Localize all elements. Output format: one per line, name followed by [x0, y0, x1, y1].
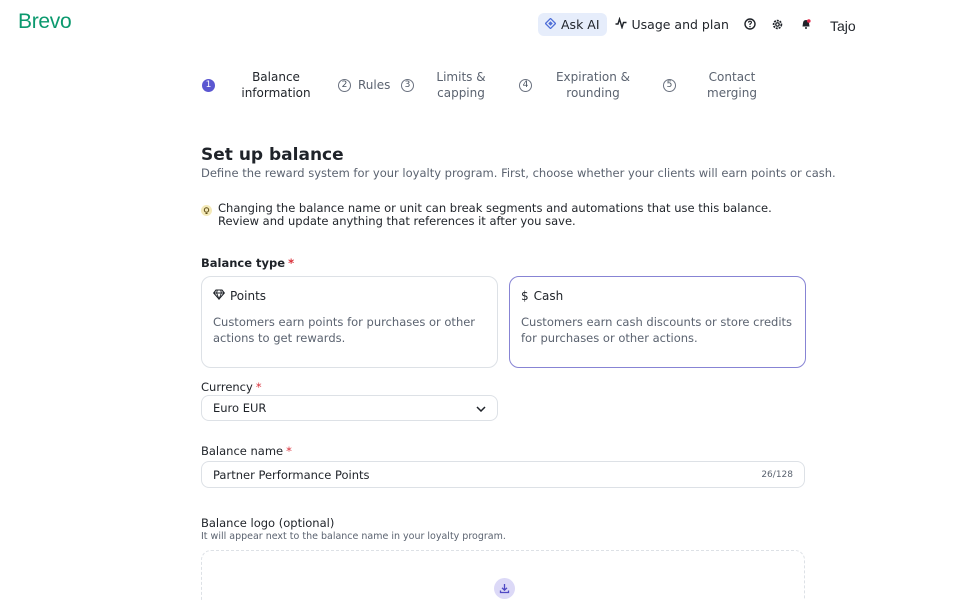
step-label: Balance information — [241, 70, 311, 100]
card-description: Customers earn points for purchases or o… — [213, 315, 476, 345]
character-counter: 26/128 — [761, 469, 793, 480]
step-label: Rules — [358, 78, 391, 92]
header-actions: Ask AI Usage and plan — [538, 12, 813, 36]
notice-text: Changing the balance name or unit can br… — [218, 201, 772, 228]
step-number: 3 — [401, 78, 414, 92]
card-header: Points — [212, 289, 486, 303]
chevron-down-icon — [476, 401, 486, 415]
logo-upload-dropzone[interactable] — [201, 550, 805, 600]
card-header: $ Cash — [521, 289, 794, 303]
warning-notice: Changing the balance name or unit can br… — [201, 202, 801, 228]
step-expiration-rounding[interactable]: 4 Expiration & rounding — [519, 69, 633, 101]
balance-type-cash-card[interactable]: $ Cash Customers earn cash discounts or … — [509, 276, 806, 368]
ask-ai-button[interactable]: Ask AI — [538, 12, 607, 36]
step-contact-merging[interactable]: 5 Contact merging — [663, 69, 760, 101]
card-title: Points — [230, 289, 267, 303]
balance-type-points-card[interactable]: Points Customers earn points for purchas… — [201, 276, 498, 368]
balance-type-label: Balance type * — [201, 256, 294, 270]
required-mark: * — [255, 380, 262, 394]
ask-ai-label: Ask AI — [561, 16, 600, 32]
step-number: 5 — [663, 78, 676, 92]
step-rules[interactable]: 2 Rules — [338, 77, 390, 93]
currency-label: Currency * — [201, 380, 262, 394]
usage-and-plan-link[interactable]: Usage and plan — [615, 16, 729, 32]
card-title: Cash — [533, 289, 564, 303]
lightbulb-icon — [201, 205, 212, 216]
balance-name-label-text: Balance name — [201, 444, 284, 458]
sparkle-icon — [544, 17, 557, 32]
activity-icon — [615, 16, 627, 32]
notification-bell-icon[interactable] — [799, 17, 813, 31]
page-title: Set up balance — [201, 145, 344, 165]
currency-label-text: Currency — [201, 380, 253, 394]
user-name[interactable]: Tajo — [830, 18, 856, 34]
required-mark: * — [288, 256, 295, 270]
balance-name-value: Partner Performance Points — [213, 467, 370, 482]
balance-name-label: Balance name * — [201, 444, 292, 458]
upload-icon[interactable] — [494, 578, 515, 599]
step-number: 4 — [519, 78, 532, 92]
help-icon[interactable] — [743, 17, 757, 31]
page-subtitle: Define the reward system for your loyalt… — [201, 166, 836, 180]
step-number: 2 — [338, 78, 351, 92]
currency-select[interactable]: Euro EUR — [201, 395, 498, 421]
step-label: Contact merging — [707, 70, 757, 100]
step-balance-information[interactable]: 1 Balance information — [202, 69, 311, 101]
usage-label: Usage and plan — [631, 16, 729, 32]
step-label: Limits & capping — [436, 70, 486, 100]
balance-name-input[interactable]: Partner Performance Points 26/128 — [201, 461, 805, 488]
step-label: Expiration & rounding — [555, 70, 631, 100]
balance-logo-hint: It will appear next to the balance name … — [201, 531, 506, 542]
balance-type-label-text: Balance type — [201, 256, 286, 270]
step-limits-capping[interactable]: 3 Limits & capping — [401, 69, 491, 101]
card-description: Customers earn cash discounts or store c… — [521, 315, 793, 345]
balance-logo-label: Balance logo (optional) — [201, 516, 335, 530]
currency-value: Euro EUR — [213, 401, 267, 415]
brevo-logo[interactable]: Brevo — [18, 10, 72, 34]
step-number: 1 — [202, 78, 215, 92]
diamond-icon — [212, 289, 226, 303]
dollar-icon: $ — [521, 289, 529, 303]
required-mark: * — [286, 444, 292, 458]
settings-icon[interactable] — [771, 17, 785, 31]
